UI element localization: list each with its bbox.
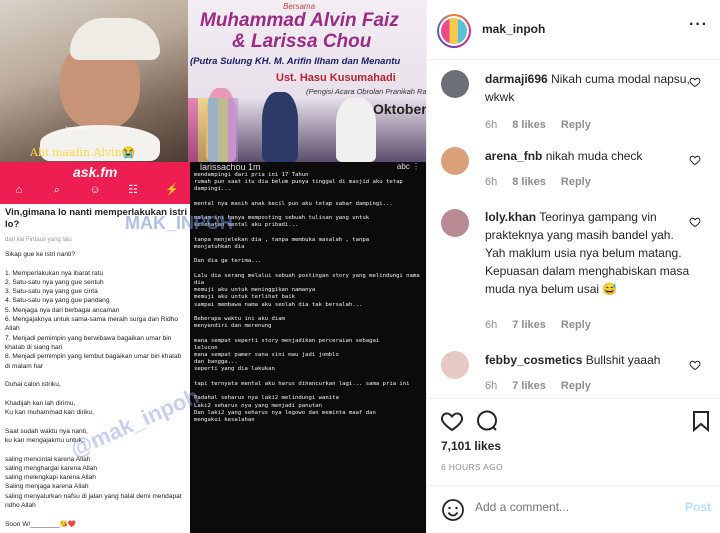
like-comment-heart-icon[interactable] xyxy=(689,154,701,166)
commenter-avatar[interactable] xyxy=(441,209,469,237)
more-options-icon[interactable]: ··· xyxy=(689,16,708,34)
person-figure xyxy=(262,92,298,162)
comment-bubble-icon[interactable] xyxy=(475,409,499,433)
bolt-icon: ⚡ xyxy=(165,184,179,196)
post-timestamp: 6 HOURS AGO xyxy=(441,462,503,472)
comment-time: 6h xyxy=(485,176,498,188)
askfm-screenshot: ask.fm ⌂ ⌕ ☺ ☷ ⚡ Vin,gimana lo nanti mem… xyxy=(0,162,190,533)
banner-title-line2: & Larissa Chou xyxy=(232,31,372,52)
commenter-username[interactable]: loly.khan xyxy=(485,210,536,224)
face-icon: ☺ xyxy=(89,184,101,196)
like-comment-heart-icon[interactable] xyxy=(689,76,701,88)
commenter-avatar[interactable] xyxy=(441,351,469,379)
banner-date: Oktober 6 xyxy=(373,101,426,117)
post-comment-button[interactable]: Post xyxy=(685,500,711,514)
comments-list[interactable]: darmaji696 Nikah cuma modal napsu, wkwk … xyxy=(427,60,720,400)
comment-likes[interactable]: 7 likes xyxy=(512,380,546,392)
like-heart-icon[interactable] xyxy=(440,409,464,433)
commenter-avatar[interactable] xyxy=(441,70,469,98)
reply-button[interactable]: Reply xyxy=(561,176,591,188)
askfm-header: ask.fm ⌂ ⌕ ☺ ☷ ⚡ xyxy=(0,162,190,204)
photo-caption: Abi maafin Alvin😭 xyxy=(30,146,136,159)
askfm-meta: dari kai Firdaus yang lalu xyxy=(5,237,72,243)
like-comment-heart-icon[interactable] xyxy=(689,216,701,228)
comment-likes[interactable]: 8 likes xyxy=(512,176,546,188)
comment-likes[interactable]: 8 likes xyxy=(512,119,546,131)
comment-time: 6h xyxy=(485,380,498,392)
people-icon: ☷ xyxy=(128,184,138,196)
photo-small-text: bersama xyxy=(66,126,86,132)
comment-input[interactable] xyxy=(475,500,665,514)
home-icon: ⌂ xyxy=(15,184,23,196)
comment-time: 6h xyxy=(485,119,498,131)
like-comment-heart-icon[interactable] xyxy=(689,359,701,371)
photo-cap xyxy=(70,18,160,60)
post-image[interactable]: bersama Abi maafin Alvin😭 Bersama Muhamm… xyxy=(0,0,426,533)
comment-text: Bullshit yaaah xyxy=(585,353,661,367)
reply-button[interactable]: Reply xyxy=(561,319,591,331)
banner-acara: (Pengisi Acara Obrolan Pranikah Radio Su… xyxy=(306,87,426,96)
story-screenshot: larissachou 1m abc ⋮ mendampingi dari pr… xyxy=(190,162,426,533)
likes-count[interactable]: 7,101 likes xyxy=(441,439,501,453)
post-actions: 7,101 likes 6 HOURS AGO xyxy=(427,398,720,490)
banner-title-line1: Muhammad Alvin Faiz xyxy=(200,10,399,31)
askfm-question: Vin,gimana lo nanti memperlakukan istri … xyxy=(5,207,187,230)
post-sidebar: mak_inpoh ··· darmaji696 Nikah cuma moda… xyxy=(426,0,720,533)
story-text: mendampingi dari pria ini 17 Tahun rumah… xyxy=(194,172,420,423)
banner-ustadz: Ust. Hasu Kusumahadi xyxy=(276,72,396,84)
askfm-logo: ask.fm xyxy=(73,164,118,180)
story-header: larissachou 1m xyxy=(200,162,261,172)
banner-subtitle: (Putra Sulung KH. M. Arifin Ilham dan Me… xyxy=(190,56,401,67)
person-figure xyxy=(336,98,376,162)
comment-likes[interactable]: 7 likes xyxy=(512,319,546,331)
profile-username[interactable]: mak_inpoh xyxy=(482,22,545,36)
emoji-icon[interactable] xyxy=(441,498,465,522)
comment-text: nikah muda check xyxy=(545,149,643,163)
askfm-answer: Sikap gue ke istri nanti? 1. Memperlakuk… xyxy=(5,251,182,528)
commenter-username[interactable]: darmaji696 xyxy=(485,72,548,86)
story-header-icons: abc ⋮ xyxy=(396,162,420,171)
reply-button[interactable]: Reply xyxy=(561,380,591,392)
profile-avatar[interactable] xyxy=(437,14,471,48)
search-icon: ⌕ xyxy=(53,184,61,196)
add-comment-bar: Post xyxy=(427,485,720,533)
reply-button[interactable]: Reply xyxy=(561,119,591,131)
commenter-avatar[interactable] xyxy=(441,147,469,175)
tiktok-logo-strip xyxy=(188,98,238,162)
bookmark-icon[interactable] xyxy=(689,409,713,433)
commenter-username[interactable]: febby_cosmetics xyxy=(485,353,582,367)
comment-time: 6h xyxy=(485,319,498,331)
photo-embrace: bersama Abi maafin Alvin😭 xyxy=(0,0,188,162)
commenter-username[interactable]: arena_fnb xyxy=(485,149,542,163)
post-header: mak_inpoh ··· xyxy=(427,0,720,60)
